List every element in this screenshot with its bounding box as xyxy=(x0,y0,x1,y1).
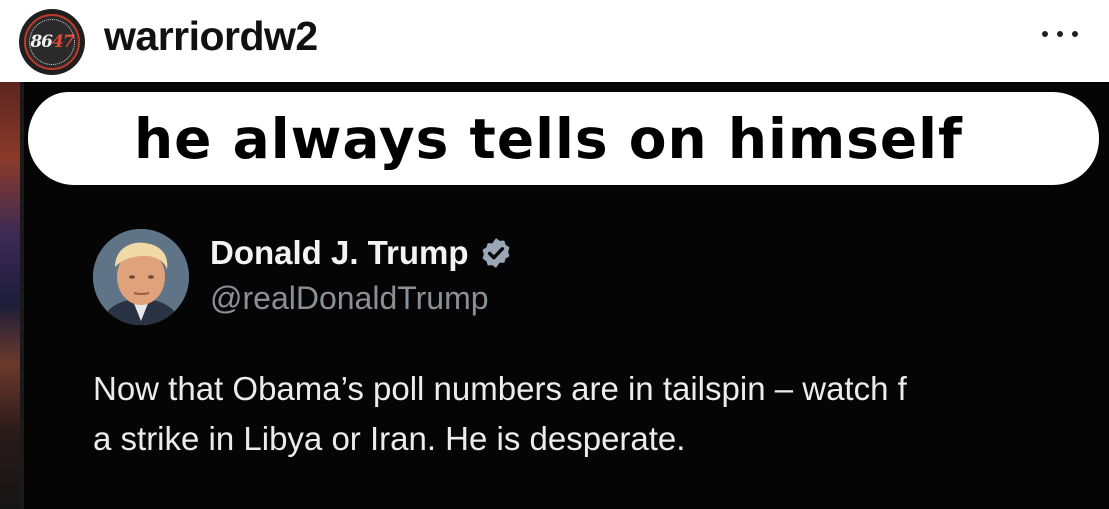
more-dot xyxy=(1042,31,1048,37)
tweet-text-line: Now that Obama’s poll numbers are in tai… xyxy=(93,370,907,407)
tweet-screenshot: he always tells on himself Donald J. Tru… xyxy=(24,82,1109,509)
caption-bubble: he always tells on himself xyxy=(28,92,1099,185)
tweet-text-line: a strike in Libya or Iran. He is despera… xyxy=(93,420,686,457)
caption-text: he always tells on himself xyxy=(134,106,963,171)
avatar-logo-text: 8647 xyxy=(30,32,74,52)
background-photo-strip xyxy=(0,82,24,509)
verified-badge-icon xyxy=(482,238,509,268)
tweet-author-name: Donald J. Trump xyxy=(210,234,513,272)
post-image[interactable]: he always tells on himself Donald J. Tru… xyxy=(0,82,1109,509)
avatar-badge: 8647 xyxy=(24,14,80,70)
more-options-icon[interactable] xyxy=(1042,22,1078,46)
tweet-text: Now that Obama’s poll numbers are in tai… xyxy=(93,364,1109,464)
more-dot xyxy=(1057,31,1063,37)
tweet-author-avatar xyxy=(93,229,189,325)
tweet-author-handle: @realDonaldTrump xyxy=(210,280,489,316)
post-header: 8647 warriordw2 xyxy=(0,0,1109,82)
author-name-text: Donald J. Trump xyxy=(210,234,469,271)
profile-avatar[interactable]: 8647 xyxy=(19,9,85,75)
more-dot xyxy=(1072,31,1078,37)
username-link[interactable]: warriordw2 xyxy=(104,13,318,60)
portrait-photo xyxy=(93,229,189,325)
